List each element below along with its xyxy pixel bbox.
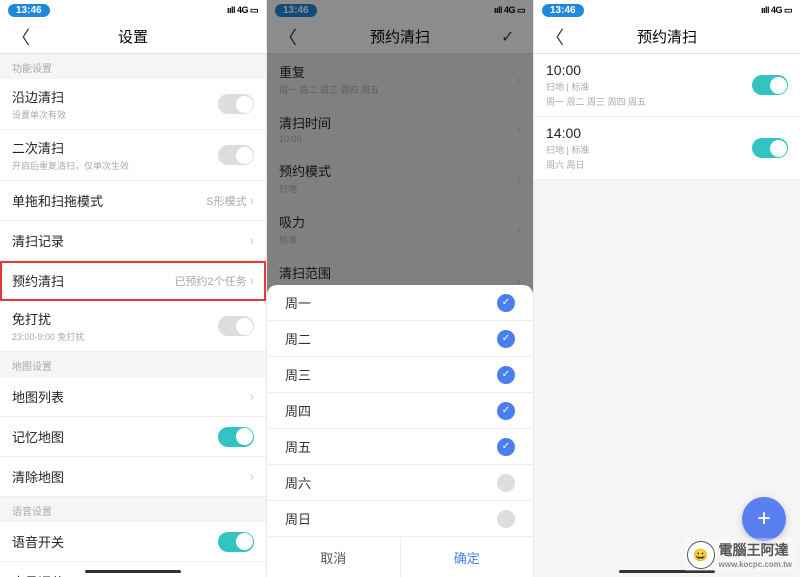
section-map: 地图设置	[0, 352, 266, 377]
status-signal: ııll 4G ▭	[761, 5, 792, 16]
nav-header: 〈 预约清扫	[534, 20, 800, 54]
confirm-icon[interactable]: ✓	[501, 27, 521, 47]
back-icon[interactable]: 〈	[12, 24, 32, 50]
chevron-right-icon: ›	[250, 574, 254, 577]
bg-clean-time: 清扫时间 10:00 ›	[267, 105, 533, 153]
setting-dnd[interactable]: 免打扰 23:00-9:00 免打扰	[0, 301, 266, 352]
check-icon: ✓	[497, 402, 515, 420]
toggle-schedule-2[interactable]	[752, 138, 788, 158]
day-wednesday[interactable]: 周三✓	[267, 357, 533, 393]
toggle-voice-switch[interactable]	[218, 532, 254, 552]
bg-repeat: 重复 周一 周二 周三 周四 周五 ›	[267, 54, 533, 105]
status-signal: ııll 4G ▭	[494, 5, 525, 16]
back-icon[interactable]: 〈	[546, 24, 566, 50]
section-function: 功能设置	[0, 54, 266, 79]
day-friday[interactable]: 周五✓	[267, 429, 533, 465]
schedule-item-1[interactable]: 10:00 扫地 | 标准 周一 周二 周三 周四 周五	[534, 54, 800, 117]
check-icon	[497, 474, 515, 492]
setting-schedule-clean[interactable]: 预约清扫 已预约2个任务›	[0, 261, 266, 301]
status-time: 13:46	[275, 4, 317, 17]
watermark-logo-icon: 😀	[687, 541, 715, 569]
day-saturday[interactable]: 周六	[267, 465, 533, 501]
cancel-button[interactable]: 取消	[267, 537, 401, 577]
check-icon: ✓	[497, 438, 515, 456]
bg-suction: 吸力 标准 ›	[267, 204, 533, 255]
section-voice: 语音设置	[0, 497, 266, 522]
status-bar: 13:46 ııll 4G ▭	[534, 0, 800, 20]
nav-header: 〈 设置	[0, 20, 266, 54]
back-icon[interactable]: 〈	[279, 24, 299, 50]
chevron-right-icon: ›	[250, 233, 254, 248]
page-title: 设置	[32, 26, 234, 47]
day-tuesday[interactable]: 周二✓	[267, 321, 533, 357]
check-icon: ✓	[497, 366, 515, 384]
setting-clear-map[interactable]: 清除地图 ›	[0, 457, 266, 497]
setting-voice-switch[interactable]: 语音开关	[0, 522, 266, 562]
chevron-right-icon: ›	[250, 273, 254, 288]
status-time: 13:46	[8, 4, 50, 17]
phone-screen-1: 13:46 ııll 4G ▭ 〈 设置 功能设置 沿边清扫 设置单次有效 二次…	[0, 0, 266, 577]
setting-clean-record[interactable]: 清扫记录 ›	[0, 221, 266, 261]
confirm-button[interactable]: 确定	[401, 537, 534, 577]
setting-double-clean[interactable]: 二次清扫 开启后重复清扫，仅单次生效	[0, 130, 266, 181]
home-indicator	[85, 570, 181, 573]
page-title: 预约清扫	[566, 26, 768, 47]
day-picker-sheet: 周一✓ 周二✓ 周三✓ 周四✓ 周五✓ 周六 周日 取消 确定	[267, 285, 533, 577]
nav-header: 〈 预约清扫 ✓	[267, 20, 533, 54]
watermark: 😀 電腦王阿達 www.kocpc.com.tw	[685, 538, 795, 571]
phone-screen-2: 13:46 ııll 4G ▭ 〈 预约清扫 ✓ 重复 周一 周二 周三 周四 …	[267, 0, 533, 577]
setting-edge-clean[interactable]: 沿边清扫 设置单次有效	[0, 79, 266, 130]
status-bar: 13:46 ııll 4G ▭	[267, 0, 533, 20]
setting-mop-mode[interactable]: 单拖和扫拖模式 S形模式›	[0, 181, 266, 221]
toggle-double-clean[interactable]	[218, 145, 254, 165]
toggle-edge-clean[interactable]	[218, 94, 254, 114]
add-schedule-button[interactable]: +	[742, 497, 786, 541]
chevron-right-icon: ›	[250, 389, 254, 404]
chevron-right-icon: ›	[250, 469, 254, 484]
day-sunday[interactable]: 周日	[267, 501, 533, 537]
schedule-item-2[interactable]: 14:00 扫地 | 标准 周六 周日	[534, 117, 800, 180]
status-time: 13:46	[542, 4, 584, 17]
chevron-right-icon: ›	[250, 193, 254, 208]
setting-map-list[interactable]: 地图列表 ›	[0, 377, 266, 417]
day-monday[interactable]: 周一✓	[267, 285, 533, 321]
setting-remember-map[interactable]: 记忆地图	[0, 417, 266, 457]
check-icon: ✓	[497, 294, 515, 312]
phone-screen-3: 13:46 ııll 4G ▭ 〈 预约清扫 10:00 扫地 | 标准 周一 …	[534, 0, 800, 577]
check-icon: ✓	[497, 330, 515, 348]
toggle-dnd[interactable]	[218, 316, 254, 336]
check-icon	[497, 510, 515, 528]
page-title: 预约清扫	[299, 26, 501, 47]
bg-schedule-mode: 预约模式 扫地 ›	[267, 153, 533, 204]
day-thursday[interactable]: 周四✓	[267, 393, 533, 429]
toggle-schedule-1[interactable]	[752, 75, 788, 95]
status-bar: 13:46 ııll 4G ▭	[0, 0, 266, 20]
toggle-remember-map[interactable]	[218, 427, 254, 447]
status-signal: ııll 4G ▭	[227, 5, 258, 16]
